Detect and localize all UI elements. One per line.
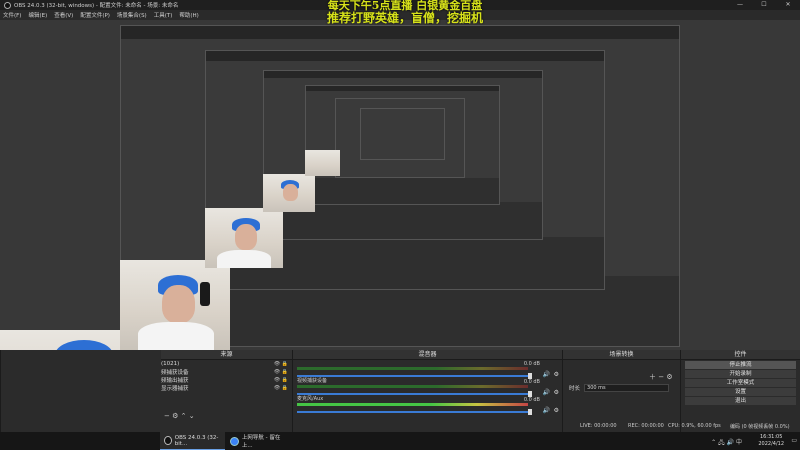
system-clock[interactable]: 16:31:05 2022/4/12 bbox=[758, 434, 784, 448]
studio-mode-button[interactable]: 工作室模式 bbox=[685, 379, 796, 387]
system-tray-icons[interactable]: ⌃ 🖧 🔊 中 bbox=[711, 437, 742, 448]
duration-input[interactable]: 300 ms bbox=[584, 384, 670, 392]
controls-title: 控件 bbox=[681, 350, 800, 360]
recursive-titlebar bbox=[121, 26, 679, 39]
stop-streaming-button[interactable]: 停止推流 bbox=[685, 361, 796, 369]
menu-edit[interactable]: 编辑(E) bbox=[28, 11, 47, 19]
source-item[interactable]: 显示器捕获 👁 🔒 bbox=[1, 384, 292, 392]
exit-button[interactable]: 退出 bbox=[685, 397, 796, 405]
mixer-track: 视频捕获设备 0.0 dB 🔊 ⚙ bbox=[297, 378, 559, 397]
volume-slider[interactable] bbox=[297, 375, 532, 377]
menu-scene-collection[interactable]: 场景集合(S) bbox=[117, 11, 147, 19]
dropped-frames: 编码 (0 帧视频丢帧 0.0%) bbox=[730, 424, 790, 430]
notification-icon[interactable]: ▭ bbox=[791, 437, 797, 444]
visibility-lock-icon[interactable]: 👁 🔒 bbox=[274, 361, 288, 367]
speaker-icon[interactable]: 🔊 bbox=[543, 371, 550, 378]
rec-timer: REC: 00:00:00 bbox=[628, 423, 664, 429]
live-timer: LIVE: 00:00:00 bbox=[580, 423, 617, 429]
recursive-titlebar bbox=[206, 51, 604, 61]
move-down-icon[interactable]: ⌄ bbox=[189, 412, 195, 420]
track-gear-icon[interactable]: ⚙ bbox=[554, 407, 559, 414]
recursive-titlebar bbox=[306, 86, 499, 91]
overlay-line-2: 推荐打野英雄，盲僧，挖掘机 bbox=[326, 11, 483, 26]
duration-label: 时长 bbox=[569, 386, 581, 392]
webcam-xxsmall bbox=[305, 150, 340, 176]
browser-app-icon bbox=[230, 436, 239, 446]
webcam-xsmall bbox=[263, 174, 315, 212]
clock-time: 16:31:05 bbox=[759, 434, 783, 440]
window-title: OBS 24.0.3 (32-bit, windows) - 配置文件: 未命名… bbox=[14, 3, 179, 9]
menu-help[interactable]: 帮助(H) bbox=[179, 11, 198, 19]
window-controls: — ☐ ✕ bbox=[728, 0, 800, 10]
track-db: 0.0 dB bbox=[523, 397, 540, 403]
source-item[interactable]: 频捕获设备 👁 🔒 bbox=[1, 368, 292, 376]
preview-canvas[interactable] bbox=[0, 20, 800, 450]
maximize-button[interactable]: ☐ bbox=[752, 0, 776, 10]
menu-profile[interactable]: 配置文件(P) bbox=[80, 11, 110, 19]
obs-app-icon bbox=[164, 436, 172, 445]
status-bar: LIVE: 00:00:00 REC: 00:00:00 CPU: 0.9%, … bbox=[0, 420, 800, 432]
minimize-button[interactable]: — bbox=[728, 0, 752, 10]
webcam-small bbox=[205, 208, 283, 268]
menu-tools[interactable]: 工具(T) bbox=[154, 11, 173, 19]
add-transition-icon[interactable]: ＋ bbox=[649, 373, 656, 381]
visibility-lock-icon[interactable]: 👁 🔒 bbox=[274, 377, 288, 383]
transition-tools: ＋ − ⚙ bbox=[649, 372, 673, 382]
cpu-usage: CPU: 0.9%, 60.00 fps bbox=[668, 423, 721, 429]
audio-meter bbox=[297, 367, 528, 370]
speaker-icon[interactable]: 🔊 bbox=[543, 389, 550, 396]
obs-logo-icon bbox=[4, 1, 11, 9]
volume-slider[interactable] bbox=[297, 393, 532, 395]
audio-meter bbox=[297, 403, 528, 406]
mixer-track: 0.0 dB 🔊 ⚙ bbox=[293, 360, 562, 379]
recursive-titlebar bbox=[264, 71, 542, 78]
source-toolbar: − ⚙ ⌃ ⌄ bbox=[164, 412, 195, 420]
recursive-capture-6 bbox=[360, 108, 445, 160]
mixer-title: 混音器 bbox=[293, 350, 562, 360]
audio-meter bbox=[297, 385, 528, 388]
menu-file[interactable]: 文件(F) bbox=[3, 11, 21, 19]
mixer-track: 麦克风/Aux 0.0 dB 🔊 ⚙ bbox=[297, 396, 559, 415]
remove-transition-icon[interactable]: − bbox=[658, 373, 664, 381]
transitions-title: 场景转换 bbox=[563, 350, 680, 360]
track-gear-icon[interactable]: ⚙ bbox=[554, 371, 559, 378]
volume-slider-handle[interactable] bbox=[528, 409, 532, 415]
close-button[interactable]: ✕ bbox=[776, 0, 800, 10]
speaker-icon[interactable]: 🔊 bbox=[543, 407, 550, 414]
sources-title: 来源 bbox=[161, 350, 292, 360]
clock-date: 2022/4/12 bbox=[758, 441, 784, 447]
transition-gear-icon[interactable]: ⚙ bbox=[666, 373, 672, 381]
visibility-lock-icon[interactable]: 👁 🔒 bbox=[274, 369, 288, 375]
taskbar-item-obs[interactable]: OBS 24.0.3 (32-bit... bbox=[160, 432, 225, 450]
source-settings-gear-icon[interactable]: ⚙ bbox=[172, 412, 178, 420]
track-gear-icon[interactable]: ⚙ bbox=[554, 389, 559, 396]
track-db: 0.0 dB bbox=[523, 361, 540, 367]
volume-slider[interactable] bbox=[297, 411, 532, 413]
duration-row: 时长 300 ms bbox=[569, 384, 670, 392]
taskbar-item-browser[interactable]: 上网导航 - 留在上... bbox=[226, 432, 294, 450]
source-item[interactable]: 频输出捕获 👁 🔒 bbox=[1, 376, 292, 384]
taskbar: OBS 24.0.3 (32-bit... 上网导航 - 留在上... ⌃ 🖧 … bbox=[0, 432, 800, 450]
source-item[interactable]: (1021) 👁 🔒 bbox=[1, 360, 292, 368]
start-recording-button[interactable]: 开始录制 bbox=[685, 370, 796, 378]
menu-view[interactable]: 查看(V) bbox=[54, 11, 73, 19]
stream-overlay-caption: 每天下午5点直播 白银黄金百盘 推荐打野英雄，盲僧，挖掘机 bbox=[280, 0, 530, 25]
webcam-medium bbox=[120, 260, 230, 350]
track-db: 0.0 dB bbox=[523, 379, 540, 385]
remove-source-icon[interactable]: − bbox=[164, 412, 170, 420]
visibility-lock-icon[interactable]: 👁 🔒 bbox=[274, 385, 288, 391]
settings-button[interactable]: 设置 bbox=[685, 388, 796, 396]
move-up-icon[interactable]: ⌃ bbox=[181, 412, 187, 420]
recursive-panel bbox=[306, 178, 499, 204]
